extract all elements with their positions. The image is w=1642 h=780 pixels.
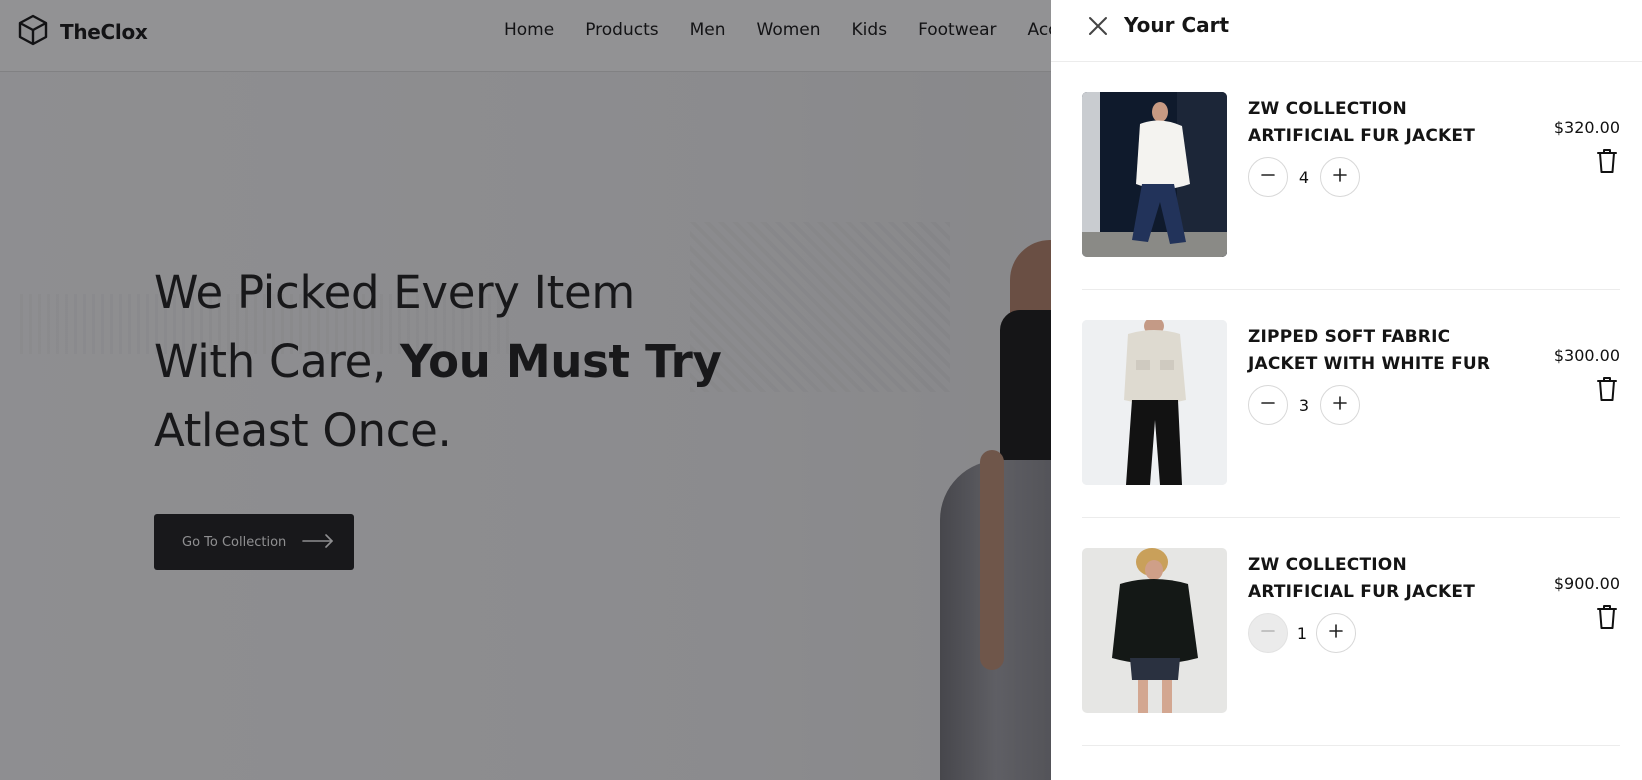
minus-icon xyxy=(1260,395,1276,415)
increase-quantity-button[interactable] xyxy=(1320,157,1360,197)
quantity-stepper: 3 xyxy=(1248,385,1360,425)
cart-item: ZW COLLECTION ARTIFICIAL FUR JACKET 1 $9… xyxy=(1082,518,1620,746)
close-icon xyxy=(1085,17,1111,43)
cart-title: Your Cart xyxy=(1124,13,1230,37)
trash-icon xyxy=(1596,377,1618,406)
decrease-quantity-button[interactable] xyxy=(1248,385,1288,425)
product-name[interactable]: ZW COLLECTION ARTIFICIAL FUR JACKET xyxy=(1248,96,1518,150)
minus-icon xyxy=(1260,623,1276,643)
plus-icon xyxy=(1332,167,1348,187)
minus-icon xyxy=(1260,167,1276,187)
plus-icon xyxy=(1332,395,1348,415)
close-cart-button[interactable] xyxy=(1085,13,1111,39)
increase-quantity-button[interactable] xyxy=(1320,385,1360,425)
product-name[interactable]: ZIPPED SOFT FABRIC JACKET WITH WHITE FUR xyxy=(1248,324,1518,378)
remove-item-button[interactable] xyxy=(1596,148,1618,174)
trash-icon xyxy=(1596,149,1618,178)
remove-item-button[interactable] xyxy=(1596,376,1618,402)
cart-header: Your Cart xyxy=(1051,0,1642,62)
product-image[interactable] xyxy=(1082,548,1227,713)
quantity-stepper: 1 xyxy=(1248,613,1356,653)
decrease-quantity-button[interactable] xyxy=(1248,157,1288,197)
product-name[interactable]: ZW COLLECTION ARTIFICIAL FUR JACKET xyxy=(1248,552,1518,606)
product-image[interactable] xyxy=(1082,92,1227,257)
product-image[interactable] xyxy=(1082,320,1227,485)
remove-item-button[interactable] xyxy=(1596,604,1618,630)
decrease-quantity-button[interactable] xyxy=(1248,613,1288,653)
cart-drawer: Your Cart ZW COLLECTION ARTIFICIAL FUR J… xyxy=(1051,0,1642,780)
quantity-value: 1 xyxy=(1296,623,1308,643)
quantity-value: 4 xyxy=(1298,167,1310,187)
cart-item: ZW COLLECTION ARTIFICIAL FUR JACKET 4 $3… xyxy=(1082,62,1620,290)
item-price: $300.00 xyxy=(1553,346,1620,365)
item-price: $320.00 xyxy=(1553,118,1620,137)
item-price: $900.00 xyxy=(1553,574,1620,593)
quantity-stepper: 4 xyxy=(1248,157,1360,197)
plus-icon xyxy=(1328,623,1344,643)
increase-quantity-button[interactable] xyxy=(1316,613,1356,653)
trash-icon xyxy=(1596,605,1618,634)
cart-item: ZIPPED SOFT FABRIC JACKET WITH WHITE FUR… xyxy=(1082,290,1620,518)
quantity-value: 3 xyxy=(1298,395,1310,415)
